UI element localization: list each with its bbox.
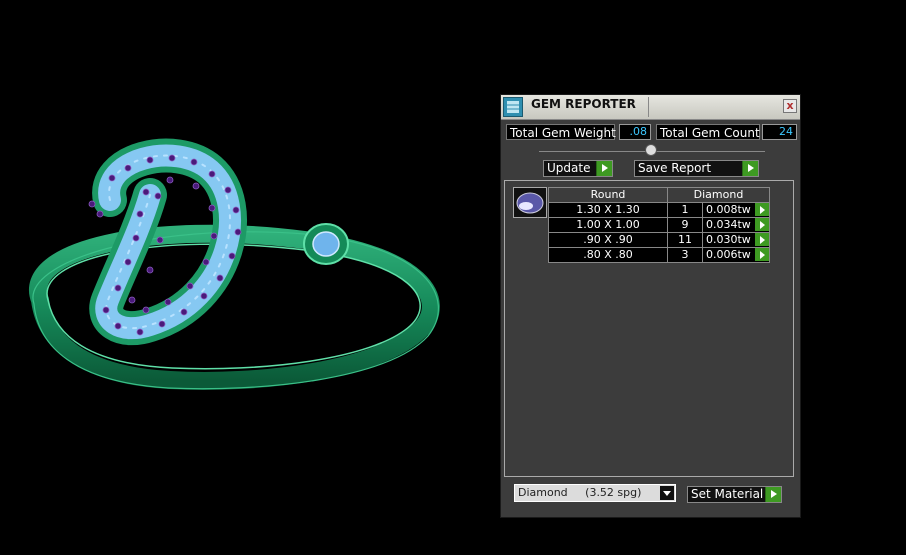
total-gem-weight-value: .08 <box>619 124 651 140</box>
gem-weight-cell: 0.030tw <box>702 232 770 248</box>
play-arrow-icon[interactable] <box>755 248 769 261</box>
material-selected-value: Diamond (3.52 spg) <box>518 486 642 499</box>
save-report-button-label: Save Report <box>638 161 712 175</box>
set-material-button[interactable]: Set Material <box>687 486 782 503</box>
play-arrow-icon[interactable] <box>755 233 769 246</box>
gem-weight: 0.008tw <box>706 203 751 216</box>
play-arrow-icon <box>742 161 758 176</box>
table-row[interactable]: 1.30 X 1.30 1 0.008tw <box>548 202 770 218</box>
play-arrow-icon[interactable] <box>755 218 769 231</box>
gem-count: 11 <box>667 232 703 248</box>
gem-weight-cell: 0.034tw <box>702 217 770 233</box>
column-header-material: Diamond <box>667 187 770 203</box>
table-row[interactable]: .80 X .80 3 0.006tw <box>548 247 770 263</box>
gem-size: 1.00 X 1.00 <box>548 217 668 233</box>
play-arrow-icon[interactable] <box>755 203 769 216</box>
play-arrow-icon <box>765 487 781 502</box>
gem-size: .80 X .80 <box>548 247 668 263</box>
gem-count: 1 <box>667 202 703 218</box>
chevron-down-icon[interactable] <box>660 486 674 500</box>
gem-size: 1.30 X 1.30 <box>548 202 668 218</box>
window-title: GEM REPORTER <box>531 97 636 111</box>
table-row[interactable]: .90 X .90 11 0.030tw <box>548 232 770 248</box>
title-bar[interactable]: GEM REPORTER x <box>501 95 800 120</box>
total-gem-weight-label: Total Gem Weight <box>506 124 616 140</box>
gem-reporter-app-icon <box>503 97 523 117</box>
gem-weight: 0.030tw <box>706 233 751 246</box>
gem-count: 9 <box>667 217 703 233</box>
table-row[interactable]: 1.00 X 1.00 9 0.034tw <box>548 217 770 233</box>
material-dropdown[interactable]: Diamond (3.52 spg) <box>514 484 676 502</box>
save-report-button[interactable]: Save Report <box>634 160 759 177</box>
table-header-row: Round Diamond <box>548 187 770 203</box>
bezel-gem <box>312 231 340 257</box>
gem-weight-cell: 0.006tw <box>702 247 770 263</box>
update-button[interactable]: Update <box>543 160 613 177</box>
gem-count: 3 <box>667 247 703 263</box>
set-material-button-label: Set Material <box>691 487 764 501</box>
ring-render <box>29 138 440 390</box>
total-gem-count-value: 24 <box>762 124 797 140</box>
title-divider <box>648 97 649 117</box>
gem-size: .90 X .90 <box>548 232 668 248</box>
slider-handle[interactable] <box>645 144 657 156</box>
gem-weight-cell: 0.008tw <box>702 202 770 218</box>
gem-weight: 0.034tw <box>706 218 751 231</box>
gem-reporter-panel: GEM REPORTER x Total Gem Weight .08 Tota… <box>500 94 801 518</box>
column-header-shape: Round <box>548 187 668 203</box>
gem-report-area: Round Diamond 1.30 X 1.30 1 0.008tw 1.00… <box>504 180 794 477</box>
update-button-label: Update <box>547 161 591 175</box>
close-icon[interactable]: x <box>783 99 797 113</box>
gem-table: Round Diamond 1.30 X 1.30 1 0.008tw 1.00… <box>548 187 770 263</box>
play-arrow-icon <box>596 161 612 176</box>
total-gem-count-label: Total Gem Count <box>656 124 760 140</box>
round-gem-icon[interactable] <box>513 187 547 218</box>
gem-weight: 0.006tw <box>706 248 751 261</box>
3d-viewport[interactable] <box>0 0 500 552</box>
